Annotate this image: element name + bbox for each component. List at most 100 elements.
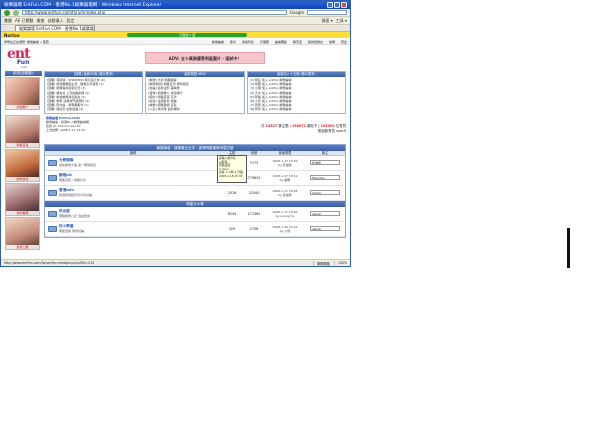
breadcrumb: 你現在正在瀏覽: 娛樂論壇 » 首頁 bbox=[4, 40, 49, 44]
nav-link[interactable]: 會員列表 bbox=[242, 40, 254, 44]
site-header: ent Fun .com ADV: 五十萬張優質明星圖片 - 面試中！ bbox=[1, 45, 350, 71]
topic-count: 8254 bbox=[227, 211, 237, 216]
stats-text: 共 bbox=[261, 123, 265, 128]
forum-desc: 明星寫真 / 靚相分享 bbox=[59, 178, 86, 182]
norton-brand: Norton bbox=[4, 32, 20, 38]
thumbnail-caption: 最新上載 bbox=[6, 244, 39, 249]
toolbar-link[interactable]: AE 已攔截 bbox=[15, 18, 34, 24]
page-content: 你現在正在瀏覽: 娛樂論壇 » 首頁 娛樂論壇 搜尋 會員列表 行事曆 論壇圖版… bbox=[1, 40, 350, 259]
google-search-input[interactable] bbox=[307, 10, 347, 15]
norton-status: 已阻擋 0 個 bbox=[127, 33, 248, 37]
forum-row: 香港mtv 香港音樂錄影帶分享討論 2018 22500 2008-1-17 1… bbox=[45, 186, 345, 201]
thumbnail-caption: 靚相推介 bbox=[6, 105, 39, 109]
top-panels: [回覆] 最新50篇 (顯示更多) [回覆] 郭富城 - SHIKKEDO 吸引… bbox=[44, 71, 346, 114]
list-item[interactable]: [回覆] 陳奕迅 最新單曲 (4) bbox=[47, 107, 140, 111]
column-header: 主題 bbox=[228, 150, 236, 155]
browser-window: 娛樂論壇 EntFun.COM - 香港No.1娛樂論壇網 - Windows … bbox=[0, 0, 351, 267]
last-post-author[interactable]: by 奶油熊 bbox=[265, 193, 305, 197]
tools-menu[interactable]: 工具 ▾ bbox=[336, 18, 347, 24]
left-thumbs-cont: 明星寫真 娛樂快訊 特別推薦 最新上載 bbox=[1, 114, 42, 251]
thumbnail-image[interactable]: 特別推薦 bbox=[5, 182, 40, 216]
nav-link[interactable]: 行事曆 bbox=[260, 40, 269, 44]
close-button[interactable] bbox=[341, 2, 347, 8]
topic-count: 14527 bbox=[265, 123, 278, 128]
forum-desc: 香港音樂錄影帶分享討論 bbox=[59, 193, 93, 197]
moderator-select[interactable]: admin bbox=[310, 190, 340, 195]
forum-desc: 最新娛樂大事 第一時間報道 bbox=[59, 163, 96, 167]
thumbnail-image[interactable]: 明星寫真 bbox=[5, 114, 40, 148]
thumbnail-caption: 娛樂快訊 bbox=[6, 176, 39, 181]
last-post-author[interactable]: by 奶油熊 bbox=[265, 163, 305, 167]
tab-strip: 娛樂論壇 EntFun.COM - 香港No.1娛樂論壇網 bbox=[1, 25, 350, 32]
forum-row: 靚相pic 明星寫真 / 靚相分享 5779 779824 2008-1-17 … bbox=[45, 171, 345, 186]
nav-link[interactable]: 登出 bbox=[341, 40, 347, 44]
latest-replies-panel: [回覆] 最新50篇 (顯示更多) [回覆] 郭富城 - SHIKKEDO 吸引… bbox=[44, 71, 144, 114]
user-line: 上次訪問: 2008-1-17 15:24 bbox=[46, 127, 86, 132]
nav-link[interactable]: 論壇圖版 bbox=[275, 40, 287, 44]
forward-button[interactable] bbox=[13, 9, 19, 16]
links-toolbar: 書籤 AE 已攔截 檢查 自動填入 設定 頁面 ▾ 工具 ▾ bbox=[1, 17, 350, 25]
post-count: 171562 bbox=[247, 211, 261, 216]
thumbnail-image[interactable]: 靚相推介 bbox=[5, 77, 40, 110]
zoom-level[interactable]: 100% bbox=[333, 261, 347, 265]
back-button[interactable] bbox=[4, 9, 10, 16]
title-bar: 娛樂論壇 EntFun.COM - 香港No.1娛樂論壇網 - Windows … bbox=[1, 1, 350, 9]
address-input[interactable]: http://www.entfun.com/forum/index.php bbox=[22, 10, 287, 15]
maximize-button[interactable] bbox=[334, 2, 340, 8]
user-info: 娛樂論壇 EntFun.COM 娛樂論壇 - 香港No.1娛樂論壇網 您的 IP… bbox=[44, 114, 236, 144]
toolbar-link[interactable]: 設定 bbox=[67, 18, 75, 24]
advert-banner[interactable]: ADV: 五十萬張優質明星圖片 - 面試中！ bbox=[145, 52, 265, 64]
column-header: 論壇 bbox=[129, 150, 137, 155]
newest-member[interactable]: 歡迎新會員 npdr9 bbox=[236, 129, 346, 134]
list-item[interactable]: [8] 阿珍 加入 entfun 娛樂論壇 bbox=[250, 107, 343, 111]
topic-count: 2018 bbox=[227, 190, 237, 195]
moderator-select[interactable]: ashgh bbox=[310, 211, 340, 216]
list-item[interactable]: [八卦] 狗仔隊 最新爆料 bbox=[148, 107, 241, 111]
nav-link[interactable]: 搜尋 bbox=[230, 40, 236, 44]
toolbar-link[interactable]: 自動填入 bbox=[48, 18, 64, 24]
tooltip-popup: 請輸入用戶名 以取得 登錄設置 1 mins 訪客 1 小時 1 分鐘 2008… bbox=[217, 155, 247, 183]
left-column-title: [精選]活動圖片 bbox=[5, 71, 42, 76]
column-header: 版主 bbox=[321, 150, 329, 155]
edge-marker bbox=[567, 228, 570, 268]
page-menu[interactable]: 頁面 ▾ bbox=[321, 18, 332, 24]
status-bar: http://www.entfun.com/forum/forumdisplay… bbox=[1, 259, 350, 266]
last-post-author[interactable]: by 小熊 bbox=[265, 229, 305, 233]
folder-icon bbox=[48, 159, 57, 166]
thumbnail-image[interactable]: 最新上載 bbox=[5, 216, 40, 250]
toolbar-link[interactable]: 書籤 bbox=[4, 18, 12, 24]
forum-stats: 共 14527 篇主題 | 156071 篇帖子 | 102902 位會員 歡迎… bbox=[236, 114, 346, 144]
window-title: 娛樂論壇 EntFun.COM - 香港No.1娛樂論壇網 - Windows … bbox=[4, 3, 162, 8]
folder-icon bbox=[48, 174, 57, 181]
forum-row: 好小學擔 明星回歸 專題討論 429 2708 2008-1-16 23:41 b… bbox=[45, 222, 345, 237]
moderator-select[interactable]: ashgh bbox=[310, 226, 340, 231]
stats-text: 篇帖子 | bbox=[307, 123, 320, 128]
forum-desc: 閒聊娛樂八卦 自由發言 bbox=[59, 214, 90, 218]
security-zone: 網際網路 bbox=[313, 260, 330, 266]
post-count: 156071 bbox=[291, 123, 307, 128]
tooltip-line: 2008-1-18 15:35 bbox=[219, 173, 243, 178]
nav-link[interactable]: 聊天室 bbox=[293, 40, 302, 44]
post-count: 22500 bbox=[248, 190, 260, 195]
nav-link[interactable]: 說明 bbox=[329, 40, 335, 44]
member-count: 102902 bbox=[320, 123, 335, 128]
folder-icon bbox=[48, 225, 57, 232]
nav-link[interactable]: 娛樂論壇 bbox=[212, 40, 224, 44]
forum-list: 娛樂論壇 - 娛樂最近近況 - 香港明星娛樂消息討論 論壇 主題 帖數 最後發表… bbox=[44, 143, 346, 238]
minimize-button[interactable] bbox=[327, 2, 333, 8]
thumbnail-caption: 特別推薦 bbox=[6, 210, 39, 215]
status-url: http://www.entfun.com/forum/forumdisplay… bbox=[4, 261, 95, 265]
forum-row: 大熱頭條 最新娛樂大事 第一時間報道 1597 7175 2008-1-17 1… bbox=[45, 156, 345, 171]
topic-count: 429 bbox=[228, 226, 236, 231]
last-post-author[interactable]: by young ho bbox=[265, 214, 305, 218]
entfun-logo[interactable]: ent Fun .com bbox=[7, 46, 35, 70]
new-members-panel: 最新加入十五個 (顯示更多) [1] 阿彭 加入 entfun 娛樂論壇 [2]… bbox=[246, 71, 346, 114]
tab-current[interactable]: 娛樂論壇 EntFun.COM - 香港No.1娛樂論壇網 bbox=[15, 25, 95, 31]
moderator-select[interactable]: 奶油熊 bbox=[310, 160, 340, 165]
thumbnail-caption: 明星寫真 bbox=[6, 142, 39, 147]
last-post-author[interactable]: by 曉明 bbox=[265, 178, 305, 182]
nav-link[interactable]: 我的控制台 bbox=[308, 40, 323, 44]
thumbnail-image[interactable]: 娛樂快訊 bbox=[5, 148, 40, 182]
toolbar-link[interactable]: 檢查 bbox=[37, 18, 45, 24]
moderator-select[interactable]: Moonfan bbox=[310, 175, 340, 180]
